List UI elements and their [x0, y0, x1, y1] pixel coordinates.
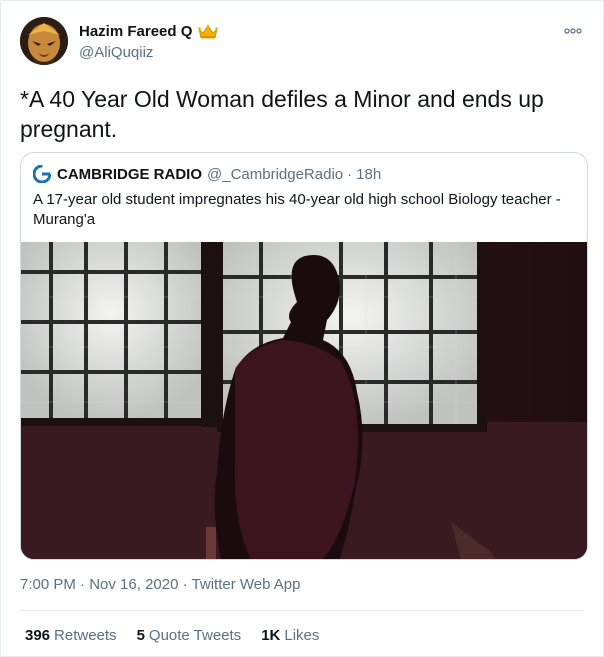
quoted-tweet-header: CAMBRIDGE RADIO @_CambridgeRadio · 18h [32, 164, 381, 184]
likes-count: 1K [261, 627, 281, 644]
tweet-date[interactable]: Nov 16, 2020 [89, 576, 178, 593]
divider [20, 610, 584, 611]
quoted-author-handle[interactable]: @_CambridgeRadio [207, 166, 343, 183]
retweets-stat[interactable]: 396 Retweets [25, 627, 117, 644]
quoted-separator: · [347, 165, 353, 183]
quote-tweets-count: 5 [136, 627, 145, 644]
author-handle[interactable]: @AliQuqiiz [79, 44, 218, 61]
meta-separator-1: · [80, 576, 90, 593]
tweet-card: Hazim Fareed Q @AliQuqiiz *A 40 Year Old… [0, 0, 604, 657]
meta-separator-2: · [182, 576, 192, 593]
tweet-text: *A 40 Year Old Woman defiles a Minor and… [20, 86, 544, 142]
retweets-count: 396 [25, 627, 51, 644]
author-display-name[interactable]: Hazim Fareed Q [79, 23, 219, 40]
author-name-text: Hazim Fareed Q [79, 23, 193, 40]
author-block[interactable]: Hazim Fareed Q @AliQuqiiz [79, 23, 219, 61]
avatar[interactable] [20, 17, 68, 65]
tweet-meta: 7:00 PM · Nov 16, 2020 · Twitter Web App [20, 576, 300, 593]
quoted-author-name[interactable]: CAMBRIDGE RADIO [57, 166, 202, 183]
tweet-time[interactable]: 7:00 PM [20, 576, 76, 593]
avatar-image [20, 17, 68, 65]
silhouette-photo [21, 242, 587, 559]
quoted-time[interactable]: 18h [356, 166, 381, 183]
likes-stat[interactable]: 1K Likes [261, 627, 319, 644]
quoted-tweet-text: A 17-year old student impregnates his 40… [33, 191, 561, 228]
quote-tweets-label: Quote Tweets [148, 627, 242, 644]
quoted-tweet[interactable]: CAMBRIDGE RADIO @_CambridgeRadio · 18h A… [20, 152, 588, 560]
quote-tweets-stat[interactable]: 5 Quote Tweets [137, 627, 242, 644]
tweet-stats: 396 Retweets 5 Quote Tweets 1K Likes [25, 627, 339, 644]
more-options-icon[interactable] [563, 24, 583, 38]
tweet-source[interactable]: Twitter Web App [192, 576, 301, 593]
likes-label: Likes [284, 627, 320, 644]
quoted-tweet-image[interactable] [21, 242, 587, 559]
cambridge-radio-logo-icon [32, 164, 52, 184]
crown-icon [198, 24, 219, 40]
retweets-label: Retweets [54, 627, 117, 644]
